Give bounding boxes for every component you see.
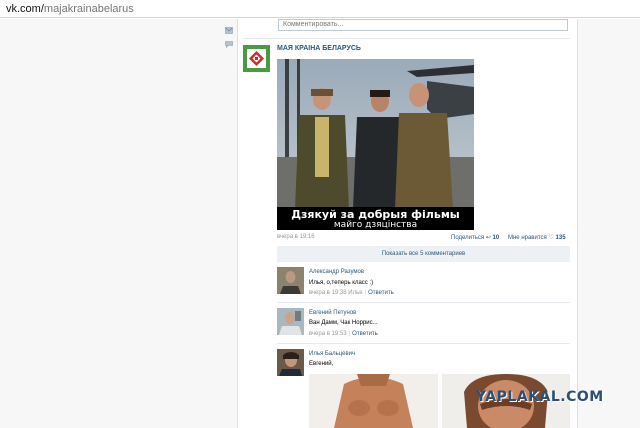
group-avatar[interactable] bbox=[243, 45, 270, 72]
comment-author[interactable]: Александр Разумов bbox=[309, 269, 364, 275]
show-all-comments-button[interactable]: Показать все 5 комментариев bbox=[277, 246, 570, 262]
comment-placeholder: Комментировать... bbox=[283, 21, 344, 28]
like-button[interactable]: Мне нравится ♡ 135 bbox=[508, 234, 566, 241]
share-count: 10 bbox=[492, 235, 500, 241]
comment-meta: вчера в 19:38 Илье | Ответить bbox=[309, 290, 394, 296]
comment-divider bbox=[277, 343, 570, 344]
url-domain: vk.com/ bbox=[6, 3, 44, 15]
comment-text: Ван Дамм, Чак Норрис... bbox=[309, 320, 378, 326]
comment-input[interactable]: Комментировать... bbox=[278, 19, 568, 31]
photo-caption-line2: майго дзяцінства bbox=[333, 220, 418, 230]
mail-icon[interactable] bbox=[225, 27, 233, 34]
comment-divider bbox=[277, 302, 570, 303]
share-button[interactable]: Поделиться ↩ 10 bbox=[451, 234, 499, 241]
like-label: Мне нравится bbox=[508, 235, 547, 241]
comment-author[interactable]: Илья Бальцевич bbox=[309, 351, 355, 357]
post-photo[interactable]: Дзякуй за добрыя фільмы майго дзяцінства bbox=[277, 59, 474, 230]
comment-author[interactable]: Евгений Петунов bbox=[309, 310, 356, 316]
comment-avatar[interactable] bbox=[277, 267, 304, 294]
browser-url-bar[interactable]: vk.com/majakrainabelarus bbox=[0, 0, 640, 18]
heart-icon: ♡ bbox=[548, 235, 554, 241]
photo-scene bbox=[277, 59, 474, 230]
meta-separator: | bbox=[348, 331, 351, 337]
like-count: 135 bbox=[555, 235, 566, 241]
reply-link[interactable]: Ответить bbox=[368, 290, 394, 296]
watermark: YAPLAKAL.COM bbox=[476, 389, 604, 405]
reply-link[interactable]: Ответить bbox=[352, 331, 378, 337]
comment-photo-1[interactable] bbox=[309, 374, 438, 428]
comment-text: Илья, о,теперь класс :) bbox=[309, 280, 374, 286]
share-icon: ↩ bbox=[485, 235, 491, 241]
post-timestamp[interactable]: вчера в 19:16 bbox=[277, 234, 315, 240]
comment-time[interactable]: вчера в 19:53 bbox=[309, 331, 347, 337]
meta-separator: | bbox=[364, 290, 367, 296]
comment-avatar[interactable] bbox=[277, 308, 304, 335]
comment-time[interactable]: вчера в 19:38 Илье bbox=[309, 290, 363, 296]
chat-icon[interactable] bbox=[225, 41, 233, 48]
comment-meta: вчера в 19:53 | Ответить bbox=[309, 331, 378, 337]
post-author[interactable]: МАЯ КРАІНА БЕЛАРУСЬ bbox=[277, 45, 361, 52]
url-text[interactable]: vk.com/majakrainabelarus bbox=[6, 3, 134, 15]
url-path: majakrainabelarus bbox=[43, 3, 134, 15]
share-label: Поделиться bbox=[451, 235, 485, 241]
comment-avatar[interactable] bbox=[277, 349, 304, 376]
comment-text: Евгений, bbox=[309, 361, 334, 367]
post-divider bbox=[243, 38, 570, 39]
